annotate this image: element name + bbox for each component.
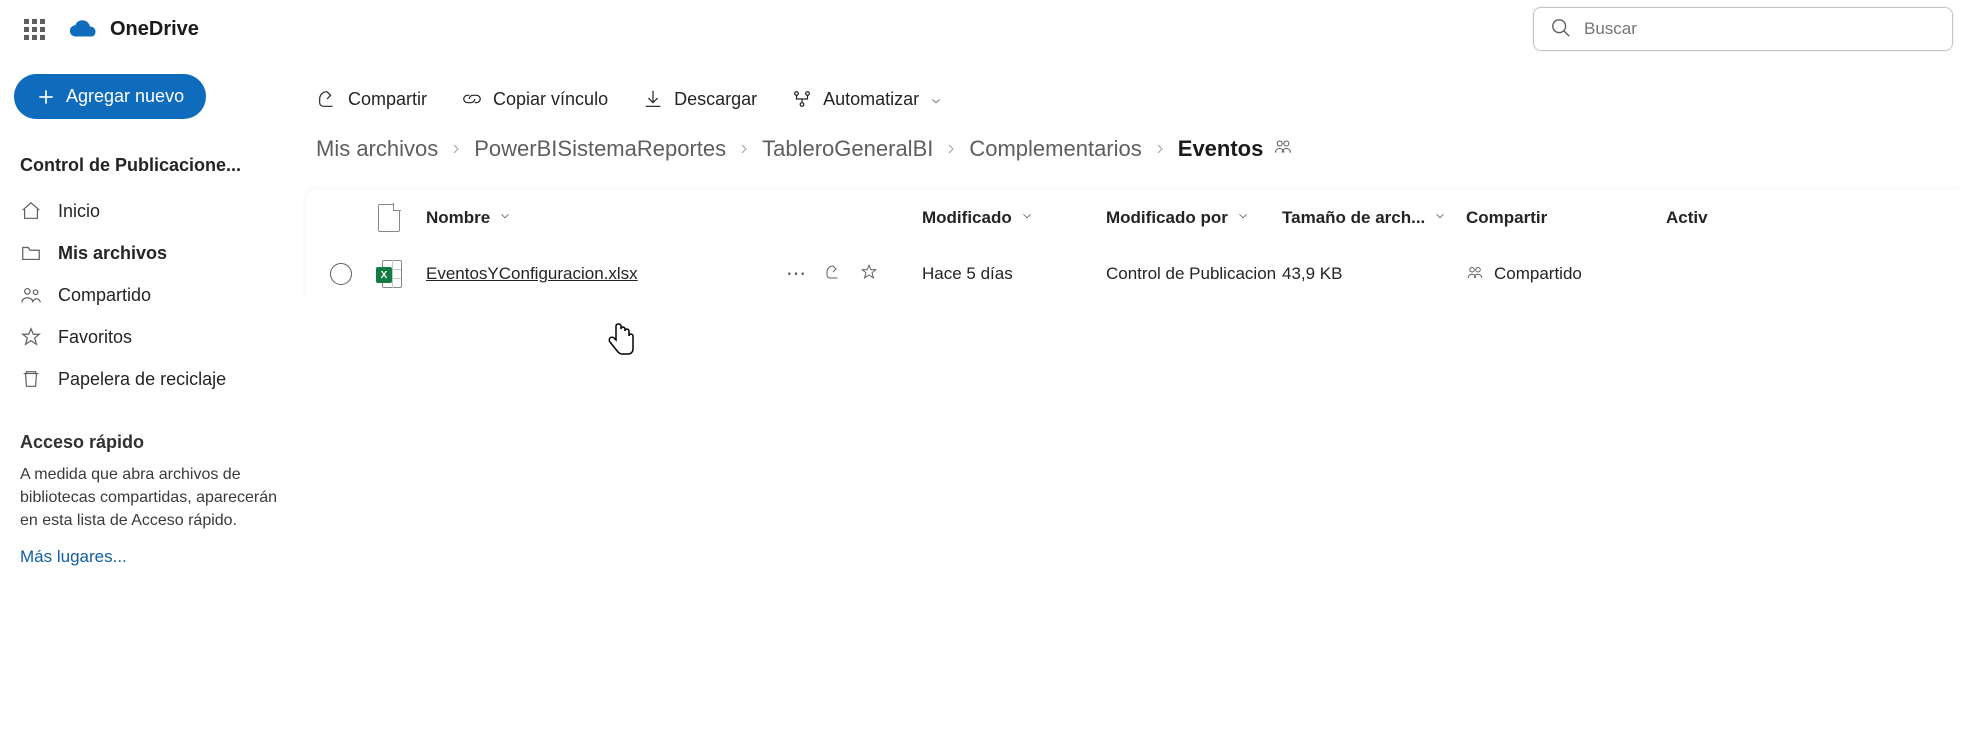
star-icon: [20, 326, 42, 348]
people-shared-icon: [1273, 136, 1293, 162]
sidebar-item-label: Papelera de reciclaje: [58, 369, 226, 390]
column-label: Modificado: [922, 208, 1012, 228]
column-label: Modificado por: [1106, 208, 1228, 228]
chevron-right-icon: [943, 141, 959, 157]
more-actions-button[interactable]: ⋯: [786, 264, 806, 284]
brand-name: OneDrive: [110, 18, 199, 41]
column-label: Activ: [1666, 208, 1708, 228]
chevron-right-icon: [448, 141, 464, 157]
sidebar-item-favoritos[interactable]: Favoritos: [10, 316, 290, 358]
plus-icon: [36, 87, 56, 107]
search-box[interactable]: [1533, 7, 1953, 51]
sidebar: Agregar nuevo Control de Publicacione...…: [0, 58, 300, 745]
chevron-right-icon: [736, 141, 752, 157]
breadcrumb-item[interactable]: Mis archivos: [316, 136, 438, 162]
tool-label: Descargar: [674, 89, 757, 110]
cell-modified: Hace 5 días: [922, 264, 1106, 284]
tool-label: Compartir: [348, 89, 427, 110]
chevron-down-icon: [1433, 208, 1447, 228]
column-name[interactable]: Nombre: [426, 208, 786, 228]
cell-share[interactable]: Compartido: [1494, 264, 1582, 284]
share-icon: [316, 88, 338, 110]
people-icon: [1466, 263, 1484, 286]
column-modifiedby[interactable]: Modificado por: [1106, 208, 1282, 228]
column-activity[interactable]: Activ: [1666, 208, 1963, 228]
tool-label: Copiar vínculo: [493, 89, 608, 110]
breadcrumb: Mis archivos PowerBISistemaReportes Tabl…: [300, 136, 1963, 190]
quick-access-more-link[interactable]: Más lugares...: [20, 547, 127, 566]
share-button[interactable]: Compartir: [316, 88, 427, 110]
column-share[interactable]: Compartir: [1466, 208, 1666, 228]
library-title: Control de Publicacione...: [20, 155, 290, 176]
quick-access-title: Acceso rápido: [20, 432, 290, 453]
favorite-star-icon[interactable]: [860, 263, 878, 286]
brand: OneDrive: [68, 18, 199, 41]
sidebar-item-label: Mis archivos: [58, 243, 167, 264]
chevron-down-icon: [1236, 208, 1250, 228]
excel-badge: X: [376, 267, 392, 283]
sidebar-item-papelera[interactable]: Papelera de reciclaje: [10, 358, 290, 400]
download-icon: [642, 88, 664, 110]
sidebar-item-inicio[interactable]: Inicio: [10, 190, 290, 232]
onedrive-cloud-icon: [68, 19, 98, 39]
sidebar-item-label: Compartido: [58, 285, 151, 306]
main-content: Compartir Copiar vínculo Descargar Autom…: [300, 58, 1963, 745]
row-select-radio[interactable]: [330, 263, 352, 285]
people-icon: [20, 284, 42, 306]
excel-file-icon: X: [376, 260, 402, 288]
document-icon: [376, 204, 400, 232]
quick-access-desc: A medida que abra archivos de biblioteca…: [20, 463, 280, 533]
table-row[interactable]: X EventosYConfiguracion.xlsx ⋯ Hace 5 dí…: [306, 246, 1963, 302]
table-header: Nombre Modificado Modificado por Tamaño …: [306, 190, 1963, 246]
column-label: Compartir: [1466, 208, 1547, 228]
column-size[interactable]: Tamaño de arch...: [1282, 208, 1466, 228]
column-filetype[interactable]: [376, 204, 426, 232]
command-bar: Compartir Copiar vínculo Descargar Autom…: [300, 78, 1963, 136]
tool-label: Automatizar: [823, 89, 919, 110]
chevron-right-icon: [1152, 141, 1168, 157]
chevron-down-icon: [1020, 208, 1034, 228]
sidebar-item-mis-archivos[interactable]: Mis archivos: [10, 232, 290, 274]
cell-modifiedby: Control de Publicacion: [1106, 264, 1282, 284]
chevron-down-icon: [498, 208, 512, 228]
file-name-link[interactable]: EventosYConfiguracion.xlsx: [426, 264, 638, 284]
breadcrumb-item[interactable]: PowerBISistemaReportes: [474, 136, 726, 162]
download-button[interactable]: Descargar: [642, 88, 757, 110]
home-icon: [20, 200, 42, 222]
sidebar-item-compartido[interactable]: Compartido: [10, 274, 290, 316]
app-launcher[interactable]: [10, 5, 58, 53]
automate-button[interactable]: Automatizar: [791, 88, 943, 110]
search-icon: [1550, 17, 1572, 42]
trash-icon: [20, 368, 42, 390]
column-modified[interactable]: Modificado: [922, 208, 1106, 228]
add-new-label: Agregar nuevo: [66, 86, 184, 107]
folder-icon: [20, 242, 42, 264]
waffle-icon: [24, 19, 45, 40]
breadcrumb-item[interactable]: TableroGeneralBI: [762, 136, 933, 162]
sidebar-item-label: Inicio: [58, 201, 100, 222]
sidebar-item-label: Favoritos: [58, 327, 132, 348]
breadcrumb-current: Eventos: [1178, 136, 1264, 162]
search-input[interactable]: [1584, 19, 1936, 39]
copy-link-button[interactable]: Copiar vínculo: [461, 88, 608, 110]
column-label: Tamaño de arch...: [1282, 208, 1425, 228]
breadcrumb-item[interactable]: Complementarios: [969, 136, 1141, 162]
share-icon[interactable]: [824, 263, 842, 286]
flow-icon: [791, 88, 813, 110]
add-new-button[interactable]: Agregar nuevo: [14, 74, 206, 119]
chevron-down-icon: [929, 92, 943, 106]
cell-size: 43,9 KB: [1282, 264, 1466, 284]
file-list: Nombre Modificado Modificado por Tamaño …: [306, 190, 1963, 302]
link-icon: [461, 88, 483, 110]
column-label: Nombre: [426, 208, 490, 228]
